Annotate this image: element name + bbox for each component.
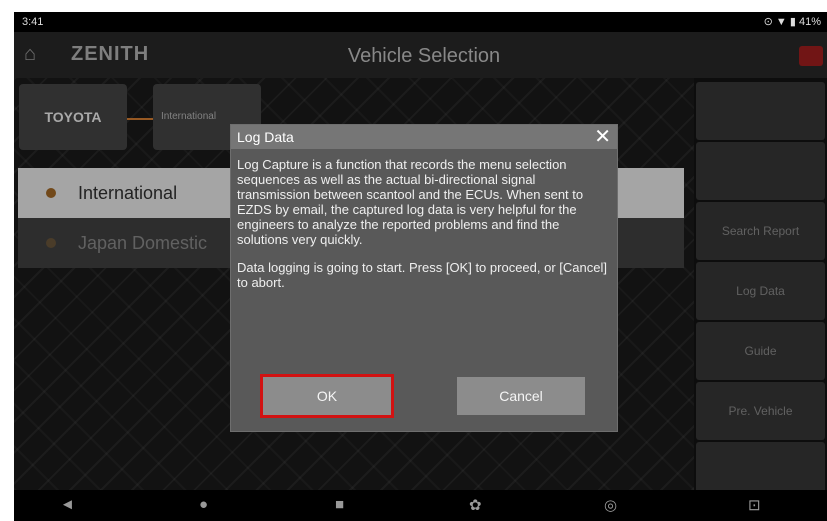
status-bar: 3:41 ⊙ ▼ ▮ 41% [14, 12, 827, 32]
status-icons: ⊙ ▼ ▮ 41% [763, 16, 821, 28]
screenshot-icon[interactable]: ⊡ [748, 496, 761, 514]
android-nav-bar: ◄ ● ■ ✿ ◎ ⊡ [14, 490, 827, 521]
modal-overlay: Log Data ✕ Log Capture is a function tha… [14, 32, 827, 490]
settings-icon[interactable]: ✿ [469, 496, 482, 514]
back-icon[interactable]: ◄ [60, 496, 75, 513]
device-screen: 3:41 ⊙ ▼ ▮ 41% ⌂ ZENITH Vehicle Selectio… [14, 12, 827, 521]
recents-icon[interactable]: ■ [335, 496, 344, 513]
home-nav-icon[interactable]: ● [199, 496, 208, 513]
cancel-button[interactable]: Cancel [457, 377, 585, 415]
status-time: 3:41 [22, 16, 44, 28]
ok-button[interactable]: OK [260, 374, 394, 418]
dialog-prompt: Data logging is going to start. Press [O… [237, 260, 607, 290]
log-data-dialog: Log Data ✕ Log Capture is a function tha… [230, 124, 618, 432]
chrome-icon[interactable]: ◎ [604, 496, 617, 514]
close-icon[interactable]: ✕ [594, 127, 611, 147]
dialog-body: Log Capture is a function that records t… [237, 157, 611, 303]
dialog-title-bar: Log Data ✕ [231, 125, 617, 149]
dialog-description: Log Capture is a function that records t… [237, 157, 584, 247]
dialog-title: Log Data [237, 129, 294, 145]
